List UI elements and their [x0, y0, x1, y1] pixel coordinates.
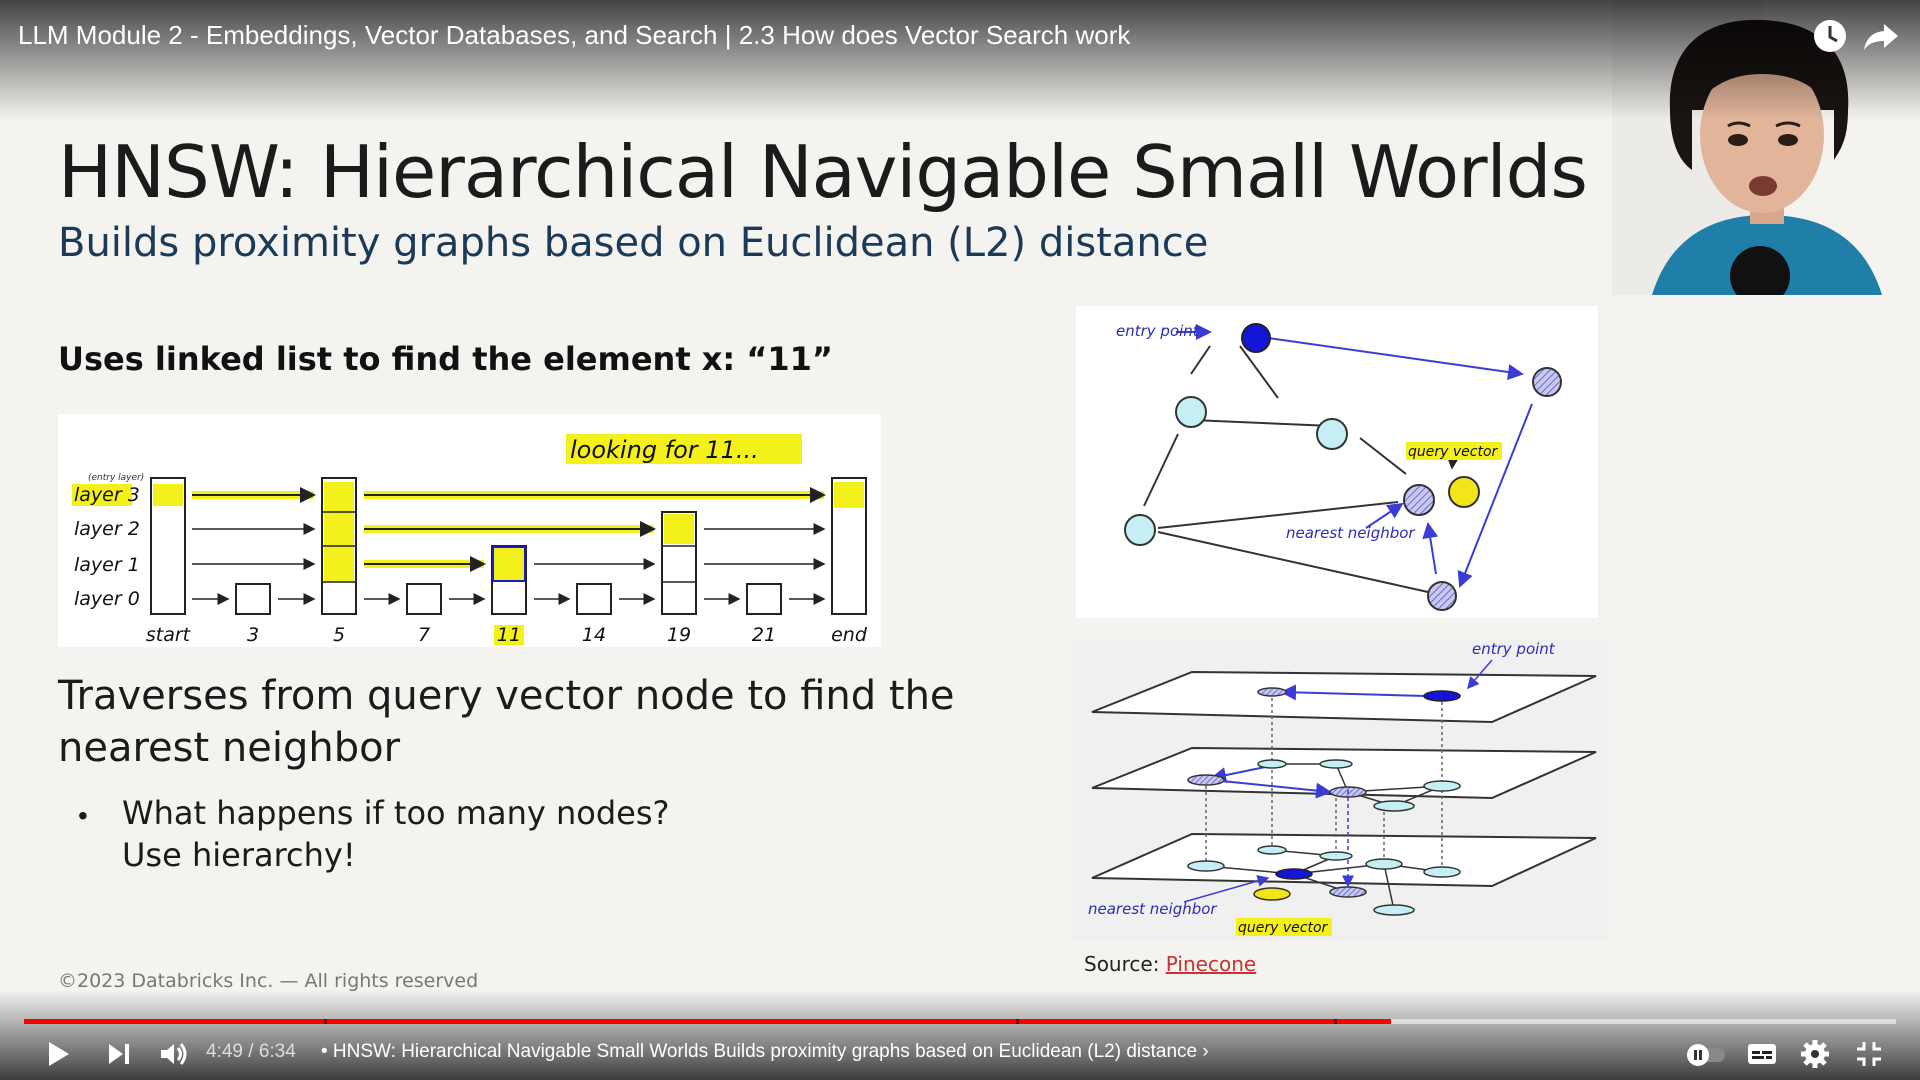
copyright: ©2023 Databricks Inc. — All rights reser… [58, 970, 479, 992]
chapter-marker [323, 1019, 327, 1024]
bullet-line-1: What happens if too many nodes? [122, 794, 670, 832]
label-3: 3 [247, 624, 259, 646]
graph-node [1427, 581, 1457, 611]
chapter-title[interactable]: • HNSW: Hierarchical Navigable Small Wor… [321, 1041, 1209, 1063]
clock-icon[interactable] [1810, 16, 1850, 56]
node-21 [746, 583, 782, 615]
layers-nearest-label: nearest neighbor [1088, 900, 1217, 918]
graph-node [1124, 514, 1156, 546]
label-11: 11 [497, 624, 521, 646]
query-node [1448, 476, 1480, 508]
hnsw-layers-diagram: entry point nearest neighbor query vecto… [1088, 640, 1597, 936]
hnsw-layers-figure: entry point nearest neighbor query vecto… [1072, 640, 1608, 940]
time-display: 4:49 / 6:34 [206, 1041, 296, 1062]
graph-node [1316, 418, 1348, 450]
slide-bullet: What happens if too many nodes? Use hier… [122, 792, 822, 876]
next-icon[interactable] [101, 1036, 137, 1072]
controls-gradient [0, 990, 1920, 1080]
time-total: 6:34 [258, 1041, 296, 1062]
linked-list-diagram: looking for 11... (entry layer) layer 3 … [72, 434, 868, 646]
play-icon[interactable] [40, 1036, 76, 1072]
bullet-line-2: Use hierarchy! [122, 836, 356, 874]
proximity-graph-diagram: entry point query vector nearest neighbo… [1116, 322, 1562, 611]
label-19: 19 [667, 624, 691, 646]
entry-node [1241, 323, 1271, 353]
autoplay-toggle-icon[interactable] [1685, 1036, 1727, 1072]
entry-layer-note: (entry layer) [88, 473, 144, 483]
graph-node [1532, 367, 1562, 397]
video-frame[interactable]: HNSW: Hierarchical Navigable Small World… [0, 0, 1920, 1080]
layer-label-3: layer 3 [74, 484, 140, 506]
chapter-marker [1334, 1019, 1338, 1024]
layer-label-0: layer 0 [74, 588, 140, 610]
bullet-icon: • [78, 800, 88, 831]
chapter-marker [1016, 1019, 1020, 1024]
video-title[interactable]: LLM Module 2 - Embeddings, Vector Databa… [18, 20, 1130, 51]
share-icon[interactable] [1862, 16, 1902, 56]
label-end: end [831, 624, 868, 646]
layers-query-node [1253, 887, 1291, 901]
layers-entry-label: entry point [1472, 640, 1556, 658]
source-credit: Source: Pinecone [1084, 952, 1256, 976]
nearest-neighbor-node [1403, 484, 1435, 516]
label-7: 7 [418, 624, 430, 646]
banner-text: looking for 11... [570, 436, 759, 464]
captions-icon[interactable] [1744, 1036, 1780, 1072]
layer-label-1: layer 1 [74, 554, 140, 576]
top-plane [1091, 670, 1597, 724]
node-7 [406, 583, 442, 615]
pinecone-link[interactable]: Pinecone [1166, 952, 1256, 976]
linked-list-heading: Uses linked list to find the element x: … [58, 340, 833, 378]
layer-label-2: layer 2 [74, 518, 140, 540]
graph-entry-label: entry point [1116, 322, 1200, 340]
volume-icon[interactable] [155, 1036, 191, 1072]
graph-nearest-label: nearest neighbor [1286, 524, 1415, 542]
node-3 [235, 583, 271, 615]
node-14 [576, 583, 612, 615]
slide-body: Traverses from query vector node to find… [58, 673, 955, 771]
gear-icon[interactable] [1797, 1036, 1833, 1072]
time-current: 4:49 [206, 1041, 243, 1062]
progress-played [24, 1019, 1391, 1024]
top-gradient [0, 0, 1920, 120]
linked-list-figure: looking for 11... (entry layer) layer 3 … [58, 414, 881, 647]
slide-title: HNSW: Hierarchical Navigable Small World… [58, 130, 1588, 214]
source-label: Source: [1084, 952, 1160, 976]
graph-node [1175, 396, 1207, 428]
proximity-graph-figure: entry point query vector nearest neighbo… [1076, 306, 1598, 618]
exit-fullscreen-icon[interactable] [1851, 1036, 1887, 1072]
slide-subtitle: Builds proximity graphs based on Euclide… [58, 220, 1209, 266]
label-start: start [146, 624, 192, 646]
graph-query-label: query vector [1408, 444, 1499, 460]
label-5: 5 [333, 624, 345, 646]
layers-query-label: query vector [1238, 920, 1329, 936]
label-21: 21 [752, 624, 776, 646]
label-14: 14 [582, 624, 606, 646]
